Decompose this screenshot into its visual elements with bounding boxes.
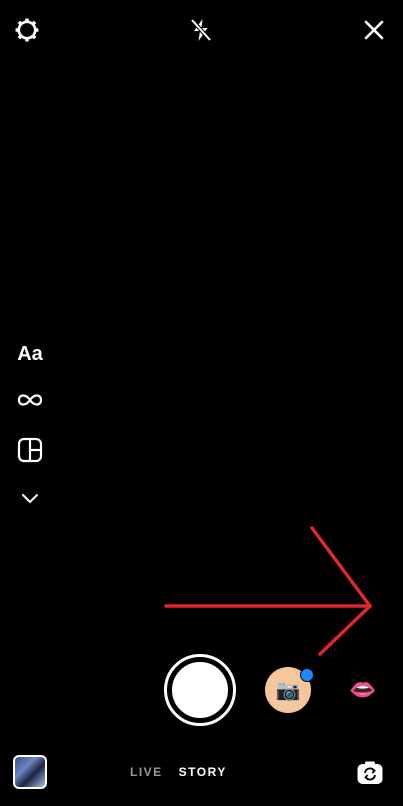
shutter-button[interactable] bbox=[164, 654, 236, 726]
more-tools-button[interactable] bbox=[14, 482, 46, 514]
flash-toggle-button[interactable] bbox=[187, 16, 215, 44]
gear-icon bbox=[15, 18, 39, 42]
gallery-thumbnail[interactable] bbox=[13, 755, 47, 789]
mode-tabs: LIVE STORY bbox=[130, 765, 227, 779]
tab-live[interactable]: LIVE bbox=[130, 765, 163, 779]
create-text-tool[interactable]: Aa bbox=[14, 338, 46, 370]
boomerang-tool[interactable] bbox=[14, 384, 46, 416]
camera-screen: Aa 📷 👄 LIVE STORY bbox=[0, 0, 403, 806]
new-effect-indicator bbox=[300, 668, 314, 682]
annotation-arrow-icon bbox=[164, 526, 372, 656]
infinity-icon bbox=[17, 394, 43, 406]
layout-tool[interactable] bbox=[14, 434, 46, 466]
face-effect-icon[interactable]: 👄 bbox=[346, 673, 380, 707]
flash-off-icon bbox=[190, 18, 212, 42]
close-button[interactable] bbox=[360, 16, 388, 44]
camera-flip-button[interactable] bbox=[354, 757, 386, 789]
chevron-down-icon bbox=[22, 494, 38, 503]
layout-icon bbox=[17, 437, 43, 463]
tab-story[interactable]: STORY bbox=[179, 765, 227, 779]
shutter-inner bbox=[170, 660, 230, 720]
face-effect-glyph: 👄 bbox=[349, 677, 377, 702]
camera-effect-glyph: 📷 bbox=[275, 679, 301, 702]
close-icon bbox=[364, 20, 384, 40]
camera-flip-icon bbox=[357, 761, 383, 784]
settings-gear-icon[interactable] bbox=[13, 16, 41, 44]
